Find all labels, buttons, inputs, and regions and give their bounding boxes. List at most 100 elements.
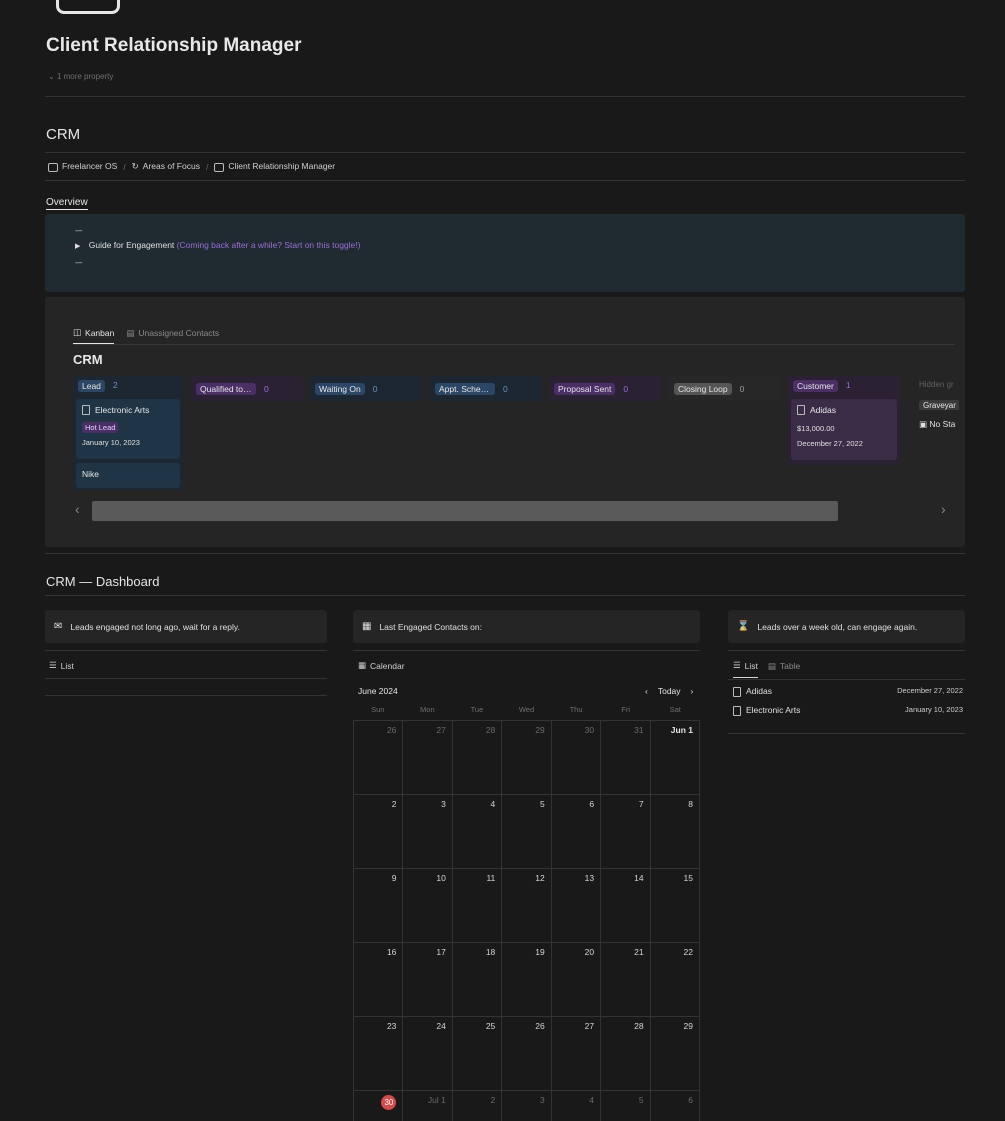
tab-unassigned-contacts[interactable]: ▤ Unassigned Contacts: [126, 327, 219, 344]
card-adidas[interactable]: Adidas $13,000.00 December 27, 2022: [791, 399, 897, 460]
calendar-day[interactable]: 26: [502, 1017, 552, 1091]
page-icon: [56, 0, 120, 14]
calendar-day[interactable]: 26: [354, 721, 404, 795]
tab-label: Unassigned Contacts: [138, 328, 220, 338]
calendar-day[interactable]: 31: [601, 721, 651, 795]
column-label[interactable]: Closing Loop: [674, 382, 732, 395]
callout-engage-again: ⌛ Leads over a week old, can engage agai…: [728, 610, 965, 643]
calendar-day[interactable]: 20: [551, 943, 602, 1017]
table-icon: ▤: [767, 660, 776, 671]
card-value: $13,000.00: [797, 424, 835, 433]
calendar-day[interactable]: 27: [403, 721, 453, 795]
calendar-day[interactable]: 4: [552, 1091, 602, 1121]
board-title: CRM: [73, 352, 103, 367]
toggle-label: Guide for Engagement: [88, 240, 175, 250]
column-label[interactable]: Proposal Sent: [554, 382, 616, 395]
calendar-day[interactable]: 7: [601, 795, 651, 869]
calendar-day[interactable]: 19: [502, 943, 552, 1017]
calendar-day[interactable]: 15: [650, 869, 700, 943]
calendar-day[interactable]: 6: [551, 795, 602, 869]
breadcrumb-item-freelancer-os[interactable]: Freelancer OS: [48, 161, 117, 172]
calendar-day[interactable]: 10: [403, 869, 453, 943]
column-label[interactable]: Waiting On: [315, 382, 365, 395]
calendar-day[interactable]: 3: [502, 1091, 552, 1121]
scroll-left-icon[interactable]: ‹: [75, 501, 80, 517]
calendar-day[interactable]: 25: [452, 1017, 503, 1091]
calendar-day[interactable]: 22: [650, 943, 700, 1017]
guide-toggle[interactable]: ▶ Guide for Engagement (Coming back afte…: [75, 240, 360, 250]
calendar-day[interactable]: Jun 1: [650, 721, 700, 795]
calendar-day[interactable]: 24: [403, 1017, 453, 1091]
calendar-day[interactable]: Jul 1: [403, 1091, 453, 1121]
calendar-day[interactable]: 16: [354, 943, 404, 1017]
chevron-right-icon[interactable]: ›: [691, 686, 694, 696]
callout-text: Last Engaged Contacts on:: [379, 621, 482, 632]
more-property-toggle[interactable]: ⌄ 1 more property: [48, 72, 113, 81]
calendar-day[interactable]: 12: [502, 869, 552, 943]
mail-icon: ✉: [54, 621, 63, 632]
calendar-day[interactable]: 28: [601, 1017, 651, 1091]
calendar-day[interactable]: 2: [453, 1091, 503, 1121]
calendar-day[interactable]: 4: [452, 795, 503, 869]
list-item[interactable]: Electronic Arts January 10, 2023: [733, 705, 963, 716]
hidden-group-graveyard[interactable]: Graveyar: [919, 400, 959, 410]
status-tag: Hot Lead: [82, 422, 119, 433]
list-item-date: January 10, 2023: [905, 705, 963, 714]
column-label[interactable]: Appt. Sched...: [435, 382, 495, 395]
tab-table[interactable]: ▤ Table: [768, 660, 800, 678]
board-icon: ◫: [73, 327, 82, 337]
tab-label: Kanban: [85, 327, 115, 338]
calendar-day[interactable]: 5: [502, 795, 552, 869]
list-item[interactable]: Adidas December 27, 2022: [733, 686, 963, 697]
calendar-day[interactable]: 14: [601, 869, 651, 943]
column-label[interactable]: Lead: [78, 380, 105, 392]
calendar-day[interactable]: 29: [650, 1017, 700, 1091]
calendar-day[interactable]: 21: [601, 943, 651, 1017]
column-count: 0: [372, 383, 378, 394]
calendar-day[interactable]: 2: [354, 795, 404, 869]
calendar-day[interactable]: 11: [452, 869, 503, 943]
card-electronic-arts[interactable]: Electronic Arts Hot Lead January 10, 202…: [76, 399, 180, 459]
chevron-left-icon[interactable]: ‹: [645, 686, 648, 696]
tab-list[interactable]: ☰ List: [49, 660, 74, 677]
callout-last-engaged: ▦ Last Engaged Contacts on:: [353, 610, 700, 643]
scroll-right-icon[interactable]: ›: [941, 501, 946, 517]
calendar-day[interactable]: 17: [403, 943, 453, 1017]
calendar-day[interactable]: 18: [452, 943, 503, 1017]
calendar-day[interactable]: 8: [650, 795, 700, 869]
tab-overview[interactable]: Overview: [46, 197, 88, 210]
calendar-day[interactable]: 3: [403, 795, 453, 869]
calendar-day[interactable]: 29: [502, 721, 552, 795]
calendar-day[interactable]: 5: [601, 1091, 651, 1121]
weekday-label: Mon: [420, 705, 435, 714]
calendar-day[interactable]: 28: [452, 721, 503, 795]
guide-callout: ---- ▶ Guide for Engagement (Coming back…: [45, 214, 965, 292]
card-nike[interactable]: Nike: [76, 463, 180, 488]
calendar-day[interactable]: 30: [551, 721, 602, 795]
card-name: Electronic Arts: [95, 405, 150, 415]
horizontal-scrollbar[interactable]: [92, 501, 838, 521]
breadcrumb-item-crm[interactable]: Client Relationship Manager: [214, 161, 335, 172]
column-label[interactable]: Qualified to ...: [196, 382, 256, 395]
hidden-group-no-status[interactable]: ▣ No Sta: [919, 419, 959, 430]
weekday-label: Wed: [518, 705, 535, 714]
toggle-triangle-icon: ▶: [75, 243, 81, 250]
calendar-day[interactable]: 23: [354, 1017, 404, 1091]
divider: [45, 152, 965, 153]
tab-list[interactable]: ☰ List: [733, 660, 758, 678]
calendar-day[interactable]: 13: [551, 869, 602, 943]
breadcrumb-item-areas-of-focus[interactable]: ↻ Areas of Focus: [132, 161, 200, 172]
calendar-day[interactable]: 30: [354, 1091, 404, 1121]
calendar-day[interactable]: 27: [551, 1017, 602, 1091]
tab-calendar[interactable]: ▦ Calendar: [358, 660, 405, 677]
today-marker: 30: [381, 1095, 397, 1110]
tab-kanban[interactable]: ◫ Kanban: [73, 327, 115, 344]
left-view-tabs: ☰ List: [49, 660, 74, 677]
hidden-group-label: No Sta: [929, 419, 956, 429]
weekday-header: Sun Mon Tue Wed Thu Fri Sat: [353, 705, 700, 720]
calendar-day[interactable]: 9: [354, 869, 404, 943]
divider: [728, 733, 965, 734]
today-button[interactable]: Today: [658, 686, 681, 696]
calendar-day[interactable]: 6: [651, 1091, 700, 1121]
column-label[interactable]: Customer: [793, 380, 838, 392]
